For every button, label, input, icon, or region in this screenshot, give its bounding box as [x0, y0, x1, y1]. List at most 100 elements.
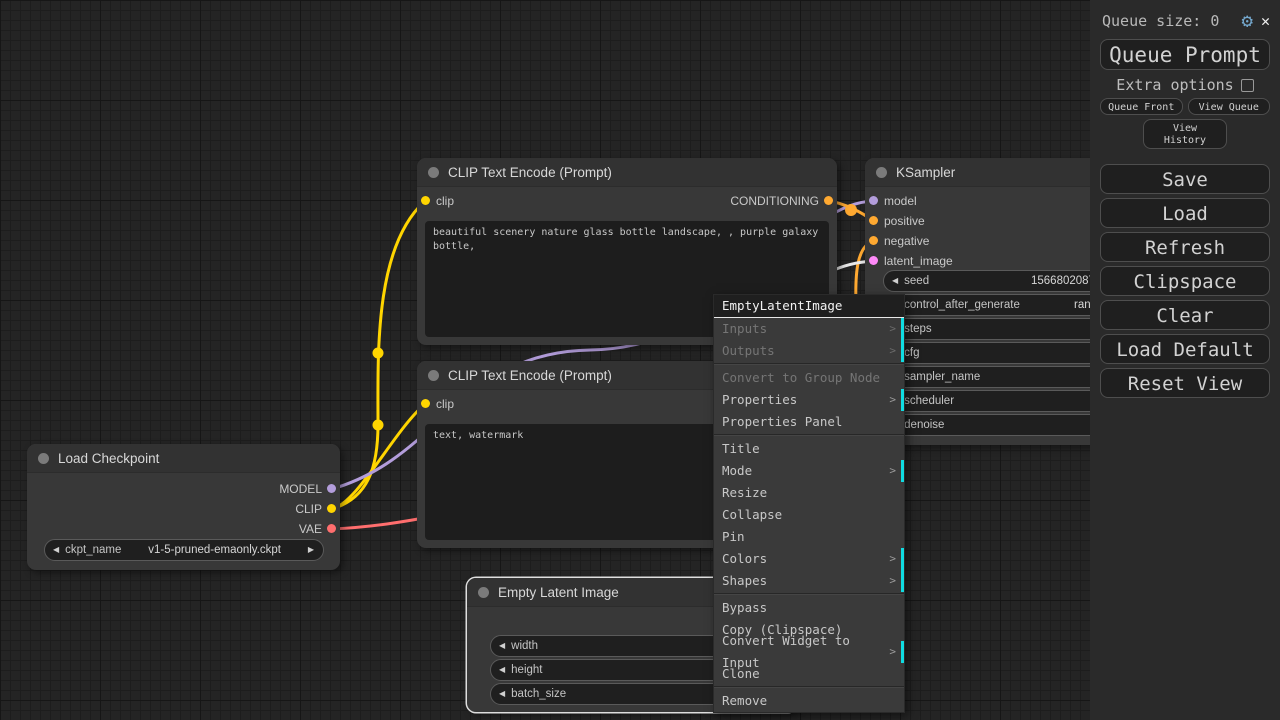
- collapse-dot-icon[interactable]: [876, 166, 887, 178]
- load-button[interactable]: Load: [1100, 198, 1270, 228]
- output-port-vae[interactable]: [327, 524, 336, 533]
- node-load-checkpoint[interactable]: Load Checkpoint MODEL CLIP VAE ◀ ckpt_na…: [27, 444, 340, 570]
- node-title: Empty Latent Image: [498, 584, 619, 600]
- extra-options-checkbox[interactable]: [1240, 78, 1254, 92]
- menu-item-properties[interactable]: Properties >: [714, 389, 904, 411]
- submenu-arrow-icon: >: [889, 574, 896, 587]
- output-label-vae: VAE: [298, 522, 322, 536]
- reset-view-button[interactable]: Reset View: [1100, 368, 1270, 398]
- submenu-arrow-icon: >: [889, 322, 896, 335]
- view-history-button[interactable]: View History: [1143, 119, 1227, 149]
- menu-item-bypass[interactable]: Bypass: [714, 597, 904, 619]
- node-graph-canvas[interactable]: Load Checkpoint MODEL CLIP VAE ◀ ckpt_na…: [0, 0, 1280, 720]
- widget-label: denoise: [904, 419, 945, 431]
- queue-size-label: Queue size: 0: [1102, 12, 1220, 30]
- submenu-arrow-icon: >: [889, 552, 896, 565]
- node-title: KSampler: [896, 164, 956, 180]
- node-title: CLIP Text Encode (Prompt): [448, 164, 612, 180]
- comfy-menu-panel: Queue size: 0 ⚙ ✕ Queue Prompt Extra opt…: [1090, 0, 1280, 720]
- output-label-clip: CLIP: [295, 502, 322, 516]
- collapse-dot-icon[interactable]: [38, 452, 49, 464]
- menu-item-shapes[interactable]: Shapes >: [714, 570, 904, 592]
- collapse-dot-icon[interactable]: [428, 166, 439, 178]
- submenu-arrow-icon: >: [889, 645, 896, 658]
- input-port-model[interactable]: [869, 196, 878, 205]
- submenu-arrow-icon: >: [889, 393, 896, 406]
- prev-value-icon[interactable]: ◀: [491, 684, 505, 704]
- menu-separator: [714, 686, 904, 688]
- input-port-clip[interactable]: [421, 196, 430, 205]
- widget-label: cfg: [904, 347, 920, 359]
- view-queue-button[interactable]: View Queue: [1187, 98, 1270, 115]
- prev-value-icon[interactable]: ◀: [45, 540, 59, 560]
- widget-label: width: [511, 640, 539, 652]
- output-label-conditioning: CONDITIONING: [730, 194, 819, 208]
- next-value-icon[interactable]: ▶: [308, 540, 323, 560]
- link-dot-conditioning: [845, 204, 857, 216]
- widget-value: v1-5-pruned-emaonly.ckpt: [148, 544, 281, 556]
- output-port-clip[interactable]: [327, 504, 336, 513]
- menu-item-inputs[interactable]: Inputs >: [714, 318, 904, 340]
- input-port-clip[interactable]: [421, 399, 430, 408]
- menu-item-clone[interactable]: Clone: [714, 663, 904, 685]
- node-title: Load Checkpoint: [58, 450, 160, 466]
- widget-value: ran: [1074, 299, 1091, 311]
- node-title-bar[interactable]: Load Checkpoint: [27, 444, 340, 473]
- output-label-model: MODEL: [279, 482, 322, 496]
- output-port-model[interactable]: [327, 484, 336, 493]
- load-default-button[interactable]: Load Default: [1100, 334, 1270, 364]
- widget-label: sampler_name: [904, 371, 981, 383]
- input-port-positive[interactable]: [869, 216, 878, 225]
- prev-value-icon[interactable]: ◀: [491, 660, 505, 680]
- settings-gear-icon[interactable]: ⚙: [1242, 11, 1253, 31]
- wire-clip-to-negative-encoder: [331, 403, 425, 511]
- close-icon[interactable]: ✕: [1261, 12, 1270, 30]
- widget-label: height: [511, 664, 543, 676]
- input-label-clip: clip: [436, 194, 455, 208]
- extra-options-label: Extra options: [1116, 76, 1234, 94]
- widget-ckpt-name[interactable]: ◀ ckpt_name v1-5-pruned-emaonly.ckpt ▶: [44, 539, 324, 561]
- menu-item-mode[interactable]: Mode >: [714, 460, 904, 482]
- menu-item-collapse[interactable]: Collapse: [714, 504, 904, 526]
- queue-prompt-button[interactable]: Queue Prompt: [1100, 39, 1270, 70]
- menu-item-title[interactable]: Title: [714, 438, 904, 460]
- menu-separator: [714, 434, 904, 436]
- widget-label: batch_size: [511, 688, 567, 700]
- link-dot-clip-1: [372, 347, 384, 359]
- widget-value: 1566802087: [1031, 275, 1095, 287]
- menu-item-properties-panel[interactable]: Properties Panel: [714, 411, 904, 433]
- input-label-model: model: [884, 194, 917, 208]
- input-port-negative[interactable]: [869, 236, 878, 245]
- node-title-bar[interactable]: CLIP Text Encode (Prompt): [417, 158, 837, 187]
- prev-value-icon[interactable]: ◀: [884, 271, 898, 291]
- menu-item-remove[interactable]: Remove: [714, 690, 904, 712]
- wire-clip-to-positive-encoder: [331, 200, 426, 511]
- menu-item-pin[interactable]: Pin: [714, 526, 904, 548]
- widget-label: steps: [904, 323, 932, 335]
- widget-label: seed: [904, 275, 930, 287]
- input-label-clip: clip: [436, 397, 455, 411]
- refresh-button[interactable]: Refresh: [1100, 232, 1270, 262]
- menu-item-colors[interactable]: Colors >: [714, 548, 904, 570]
- collapse-dot-icon[interactable]: [478, 586, 489, 598]
- context-menu-title: EmptyLatentImage: [714, 295, 904, 318]
- menu-item-outputs[interactable]: Outputs >: [714, 340, 904, 362]
- queue-front-button[interactable]: Queue Front: [1100, 98, 1183, 115]
- widget-label: ckpt_name: [65, 544, 122, 556]
- menu-separator: [714, 593, 904, 595]
- node-context-menu: EmptyLatentImage Inputs > Outputs > Conv…: [713, 294, 905, 713]
- input-port-latent-image[interactable]: [869, 256, 878, 265]
- menu-item-resize[interactable]: Resize: [714, 482, 904, 504]
- collapse-dot-icon[interactable]: [428, 369, 439, 381]
- clipspace-button[interactable]: Clipspace: [1100, 266, 1270, 296]
- widget-label: control_after_generate: [904, 299, 1020, 311]
- clear-button[interactable]: Clear: [1100, 300, 1270, 330]
- menu-item-convert-widget-to-input[interactable]: Convert Widget to Input >: [714, 633, 904, 670]
- output-port-conditioning[interactable]: [824, 196, 833, 205]
- prev-value-icon[interactable]: ◀: [491, 636, 505, 656]
- save-button[interactable]: Save: [1100, 164, 1270, 194]
- input-label-latent-image: latent_image: [884, 254, 953, 268]
- link-dot-clip-2: [372, 419, 384, 431]
- submenu-arrow-icon: >: [889, 464, 896, 477]
- menu-item-convert-to-group-node[interactable]: Convert to Group Node: [714, 367, 904, 389]
